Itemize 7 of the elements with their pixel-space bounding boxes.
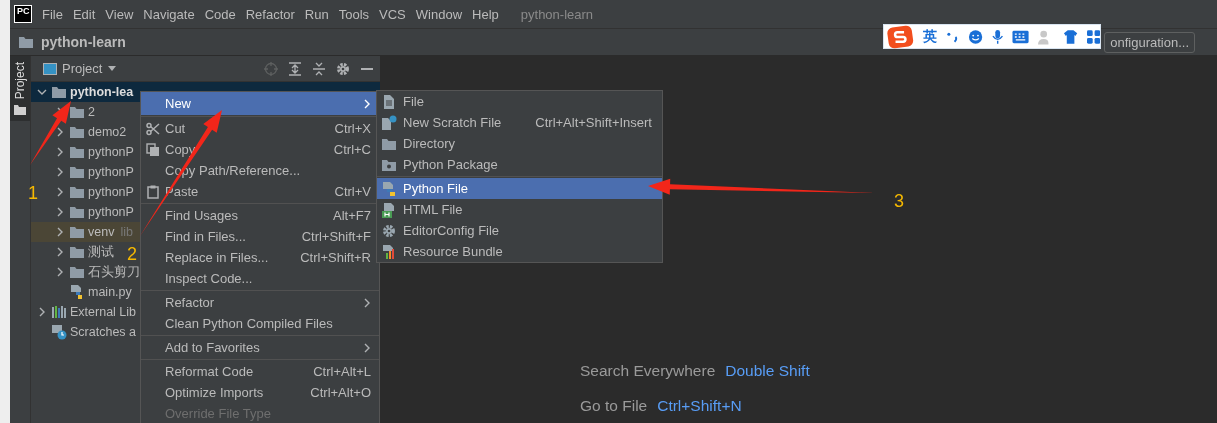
window-title: python-learn <box>520 6 594 22</box>
annotation-number: 2 <box>127 245 137 263</box>
app-logo: PC <box>14 5 32 23</box>
hint-label: Go to File <box>580 397 648 415</box>
annotation-number: 1 <box>28 184 38 202</box>
hint-label: Search Everywhere <box>580 362 716 380</box>
annotation-number: 3 <box>894 192 904 210</box>
